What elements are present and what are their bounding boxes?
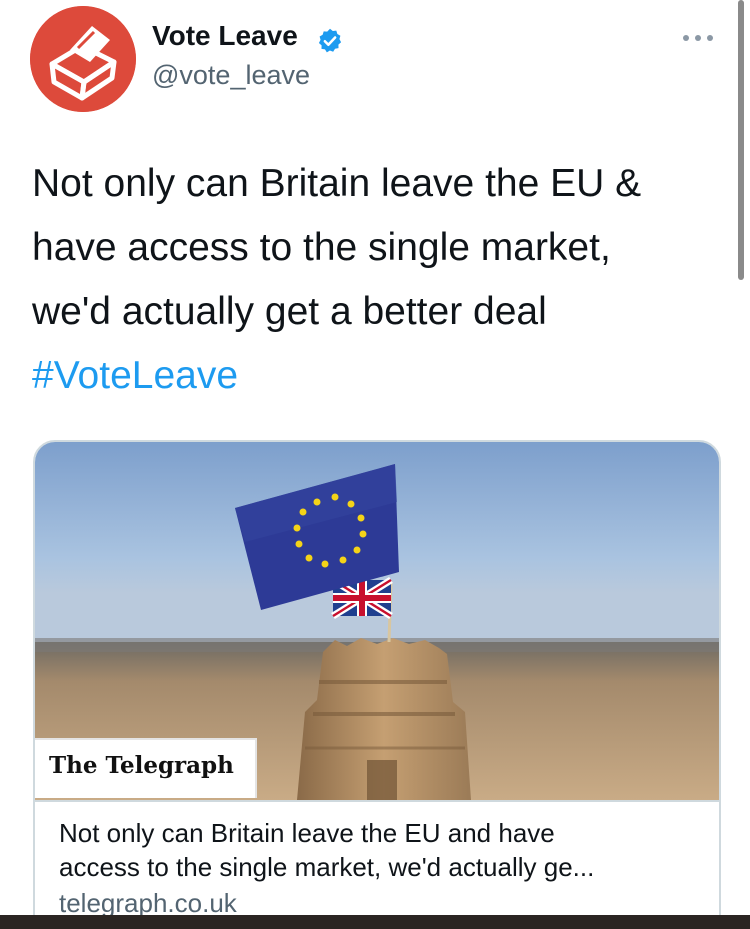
bottom-edge [0, 915, 750, 929]
tweet-view: Vote Leave @vote_leave Not only can Brit… [0, 0, 750, 929]
hashtag-link[interactable]: #VoteLeave [32, 344, 722, 408]
card-headline-line: access to the single market, we'd actual… [59, 852, 595, 882]
more-options-icon[interactable] [676, 26, 720, 50]
card-headline: Not only can Britain leave the EU and ha… [59, 816, 709, 884]
author-display-name[interactable]: Vote Leave [152, 20, 298, 52]
link-preview-card[interactable]: The Telegraph Not only can Britain leave… [33, 440, 721, 929]
publisher-name: The Telegraph [49, 752, 234, 779]
verified-badge-icon [318, 28, 342, 53]
publisher-label: The Telegraph [35, 738, 257, 798]
tweet-text-line: Not only can Britain leave the EU & [32, 162, 642, 205]
scrollbar[interactable] [738, 0, 744, 280]
tweet-text-line: have access to the single market, [32, 226, 611, 269]
tweet-text-line: we'd actually get a better deal [32, 290, 547, 333]
card-divider [35, 800, 719, 802]
ballot-box-logo-icon [30, 6, 136, 112]
author-handle[interactable]: @vote_leave [152, 60, 310, 91]
card-headline-line: Not only can Britain leave the EU and ha… [59, 818, 555, 848]
tweet-text: Not only can Britain leave the EU & have… [32, 152, 722, 408]
author-avatar[interactable] [30, 6, 136, 112]
